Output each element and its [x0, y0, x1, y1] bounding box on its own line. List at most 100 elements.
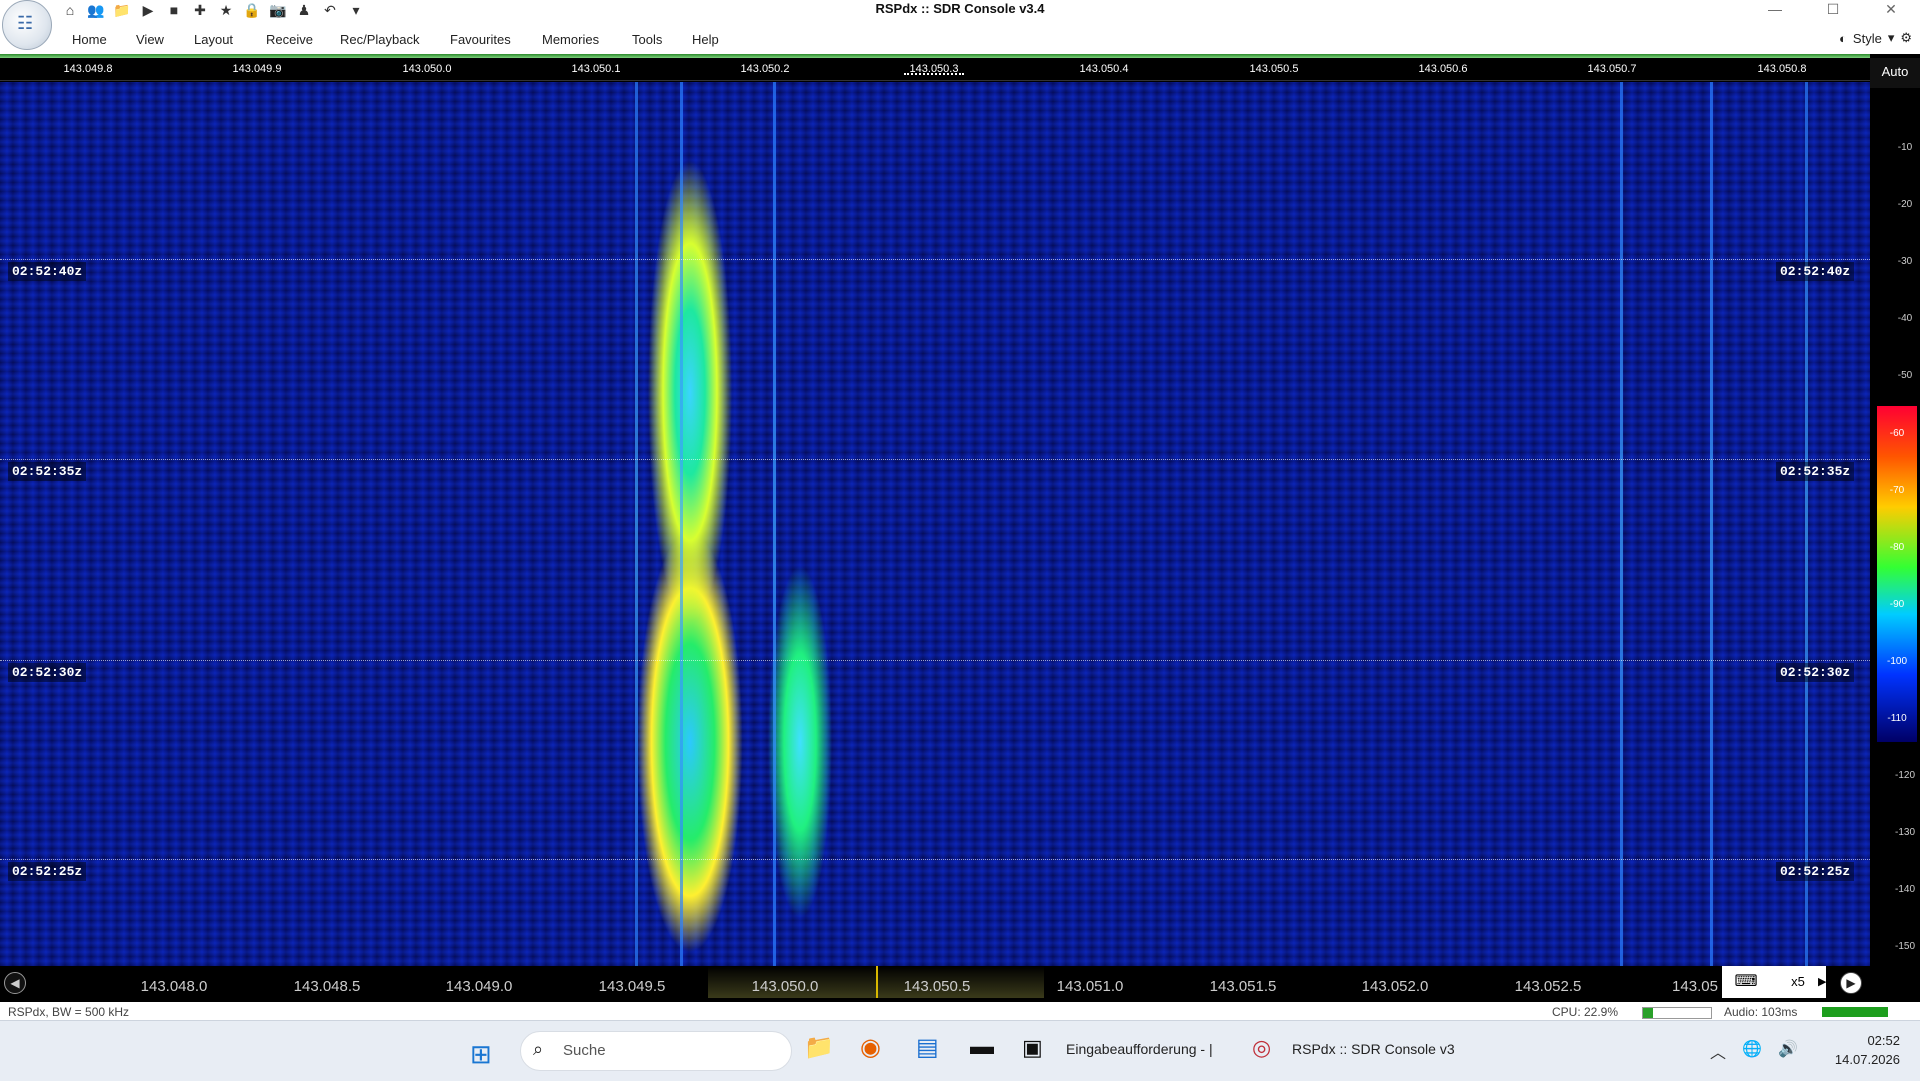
bottom-freq-label: 143.051.5 [1209, 978, 1277, 995]
waterfall-display[interactable]: 02:52:40z 02:52:35z 02:52:30z 02:52:25z … [0, 82, 1870, 966]
color-range-bar[interactable]: -60 -70 -80 -90 -100 -110 [1877, 406, 1917, 742]
taskbar-clock[interactable]: 02:52 14.07.2026 [1820, 1031, 1900, 1069]
db-tick: -130 [1894, 827, 1915, 838]
notepad-icon[interactable]: ▤ [916, 1033, 939, 1062]
time-marker-line [0, 459, 1870, 460]
device-bandwidth-status: RSPdx, BW = 500 kHz [8, 1005, 130, 1019]
menu-tools[interactable]: Tools [632, 32, 662, 47]
window-controls: — ☐ ✕ [1746, 0, 1920, 20]
application-menu-button[interactable]: ☷ [2, 0, 52, 50]
close-button[interactable]: ✕ [1862, 0, 1920, 20]
top-freq-label: 143.049.8 [63, 63, 113, 75]
menu-view[interactable]: View [136, 32, 164, 47]
cpu-meter-fill [1643, 1008, 1654, 1018]
carrier-trace [1620, 82, 1623, 966]
terminal-icon[interactable]: ▬ [970, 1033, 994, 1061]
minimize-button[interactable]: — [1746, 0, 1804, 20]
speaker-icon[interactable]: 🔊 [1778, 1039, 1798, 1063]
time-marker-line [0, 259, 1870, 260]
status-bar: RSPdx, BW = 500 kHz CPU: 22.9% Audio: 10… [0, 1002, 1920, 1020]
taskbar-cmd-label: Eingabeaufforderung - | [1066, 1041, 1213, 1057]
taskbar-search[interactable]: ⌕ Suche [520, 1031, 792, 1071]
menu-home[interactable]: Home [72, 32, 107, 47]
top-freq-label: 143.050.8 [1757, 63, 1807, 75]
app-grid-icon: ☷ [17, 13, 34, 33]
db-tick: -120 [1894, 770, 1915, 781]
menu-memories[interactable]: Memories [542, 32, 599, 47]
color-tick: -110 [1887, 713, 1907, 724]
scroll-right-button[interactable]: ▶ [1840, 972, 1862, 994]
bottom-freq-label: 143.048.0 [140, 978, 208, 995]
file-explorer-icon[interactable]: 📁 [804, 1033, 834, 1062]
bottom-freq-label: 143.051.0 [1056, 978, 1124, 995]
carrier-trace [680, 82, 683, 966]
time-label-left: 02:52:35z [8, 462, 87, 481]
top-freq-label: 143.050.7 [1587, 63, 1637, 75]
color-tick: -90 [1889, 599, 1905, 610]
time-label-right: 02:52:35z [1776, 462, 1855, 481]
time-marker-line [0, 859, 1870, 860]
bottom-freq-label: 143.049.5 [598, 978, 666, 995]
bottom-freq-label: 143.052.5 [1514, 978, 1582, 995]
search-placeholder: Suche [563, 1042, 606, 1059]
clock-date: 14.07.2026 [1834, 1052, 1900, 1067]
keyboard-icon[interactable]: ⌨ [1722, 966, 1770, 998]
menu-receive[interactable]: Receive [266, 32, 313, 47]
taskbar-app-sdr-console[interactable]: ◎ RSPdx :: SDR Console v3 [1248, 1035, 1468, 1065]
gear-icon[interactable]: ⚙ [1900, 30, 1912, 46]
top-freq-label: 143.050.2 [740, 63, 790, 75]
db-tick: -50 [1897, 370, 1913, 381]
bottom-freq-label: 143.050.5 [903, 978, 971, 995]
taskbar-sdr-label: RSPdx :: SDR Console v3 [1292, 1041, 1455, 1057]
menu-bar: Home View Layout Receive Rec/Playback Fa… [0, 20, 1920, 54]
time-label-right: 02:52:25z [1776, 862, 1855, 881]
time-label-right: 02:52:30z [1776, 663, 1855, 682]
clock-time: 02:52 [1867, 1033, 1900, 1048]
bottom-freq-label: 143.05 [1672, 978, 1718, 995]
db-tick: -30 [1897, 256, 1913, 267]
carrier-trace [773, 82, 776, 966]
color-tick: -60 [1889, 428, 1905, 439]
taskbar: ⊞ ⌕ Suche 📁 ◉ ▤ ▬ ▣ Eingabeaufforderung … [0, 1020, 1920, 1081]
maximize-button[interactable]: ☐ [1804, 0, 1862, 20]
windows-start-icon[interactable]: ⊞ [470, 1039, 492, 1070]
menu-help[interactable]: Help [692, 32, 719, 47]
menu-rec-playback[interactable]: Rec/Playback [340, 32, 419, 47]
search-icon: ⌕ [533, 1039, 544, 1059]
time-label-left: 02:52:25z [8, 862, 87, 881]
menu-layout[interactable]: Layout [194, 32, 233, 47]
title-bar: ⌂ 👥 📁 ▶ ■ ✚ ★ 🔒 📷 ♟ ↶ ▾ RSPdx :: SDR Con… [0, 0, 1920, 20]
audio-meter [1822, 1007, 1888, 1017]
time-label-left: 02:52:30z [8, 663, 87, 682]
chevron-up-icon[interactable]: ︿ [1710, 1039, 1726, 1063]
top-frequency-scale[interactable]: 143.049.8 143.049.9 143.050.0 143.050.1 … [0, 58, 1870, 81]
top-freq-label: 143.050.6 [1418, 63, 1468, 75]
zoom-arrow-icon[interactable]: ▶ [1818, 966, 1826, 998]
bottom-frequency-labels: 143.048.0 143.048.5 143.049.0 143.049.5 … [0, 966, 1720, 998]
tuning-marker[interactable] [904, 73, 964, 75]
color-tick: -100 [1886, 656, 1907, 667]
firefox-icon[interactable]: ◉ [860, 1033, 881, 1062]
scroll-left-button[interactable]: ◀ [4, 972, 26, 994]
db-tick: -10 [1897, 142, 1913, 153]
cpu-meter [1642, 1007, 1712, 1019]
window-title: RSPdx :: SDR Console v3.4 [875, 1, 1045, 16]
auto-scale-button[interactable]: Auto [1870, 58, 1920, 88]
cpu-status: CPU: 22.9% [1552, 1005, 1619, 1019]
time-label-right: 02:52:40z [1776, 262, 1855, 281]
taskbar-app-cmd[interactable]: ▣ Eingabeaufforderung - | [1018, 1035, 1230, 1065]
command-prompt-icon: ▣ [1022, 1035, 1043, 1060]
db-tick: -140 [1894, 884, 1915, 895]
carrier-trace [1710, 82, 1713, 966]
menu-favourites[interactable]: Favourites [450, 32, 511, 47]
style-label: Style [1852, 30, 1882, 46]
bottom-freq-label: 143.049.0 [445, 978, 513, 995]
style-dropdown[interactable]: ◐ Style ▾ ⚙ [1839, 30, 1912, 46]
bottom-freq-label: 143.052.0 [1361, 978, 1429, 995]
palette-icon: ◐ [1839, 30, 1847, 46]
time-label-left: 02:52:40z [8, 262, 87, 281]
bottom-freq-label: 143.048.5 [293, 978, 361, 995]
audio-status: Audio: 103ms [1724, 1005, 1798, 1019]
color-tick: -80 [1889, 542, 1905, 553]
globe-icon[interactable]: 🌐 [1742, 1039, 1762, 1063]
